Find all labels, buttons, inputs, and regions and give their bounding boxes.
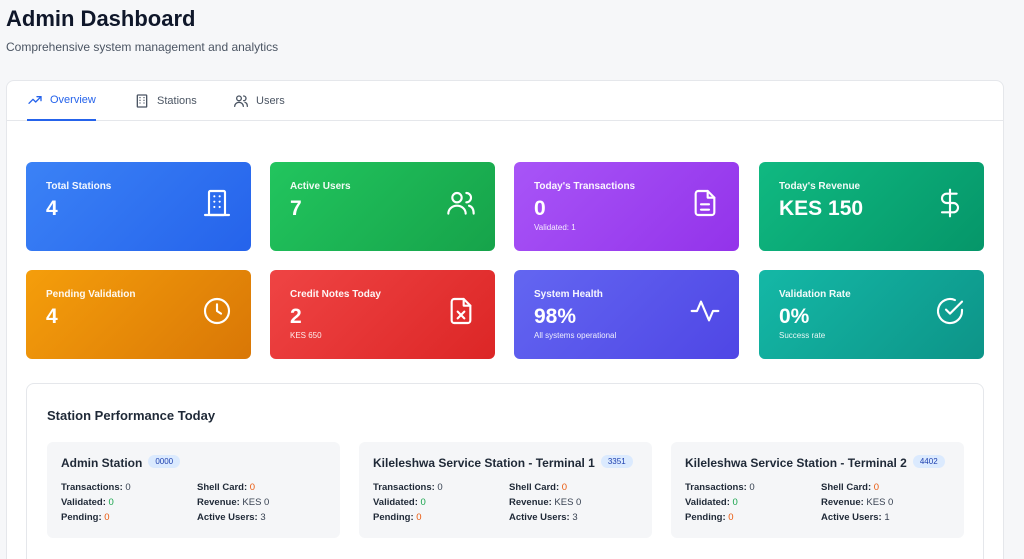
dollar-icon	[940, 188, 959, 218]
stat-validated: Validated: 0	[61, 497, 114, 508]
stat-sub: All systems operational	[534, 331, 617, 340]
file-x-icon	[450, 297, 472, 325]
tab-stations-label: Stations	[157, 95, 197, 107]
stat-label: Validation Rate	[779, 289, 851, 300]
stat-value: 4	[46, 305, 58, 328]
stat-pending: Pending: 0	[373, 512, 422, 523]
document-icon	[694, 189, 716, 217]
tab-stations[interactable]: Stations	[134, 81, 197, 121]
stat-active-users: Active Users: 3	[509, 512, 578, 523]
station-performance-section: Station Performance Today Admin Station …	[26, 383, 984, 559]
stat-label: Total Stations	[46, 181, 112, 192]
activity-icon	[690, 300, 720, 322]
clock-icon	[203, 297, 231, 325]
stat-value: 0	[534, 197, 546, 220]
stat-value: 0%	[779, 305, 810, 328]
stat-card-pending-validation: Pending Validation 4	[26, 270, 251, 359]
stat-validated: Validated: 0	[685, 497, 738, 508]
stat-value: 7	[290, 197, 302, 220]
station-card[interactable]: Kileleshwa Service Station - Terminal 1 …	[359, 442, 652, 538]
stat-label: Credit Notes Today	[290, 289, 381, 300]
tab-overview[interactable]: Overview	[27, 81, 96, 121]
page-title: Admin Dashboard	[6, 6, 196, 31]
stat-sub: Validated: 1	[534, 223, 576, 232]
stat-transactions: Transactions: 0	[373, 482, 443, 493]
stat-revenue: Revenue: KES 0	[821, 497, 894, 508]
stat-transactions: Transactions: 0	[685, 482, 755, 493]
admin-dashboard-page: Admin Dashboard Comprehensive system man…	[0, 0, 1024, 559]
stat-revenue: Revenue: KES 0	[197, 497, 270, 508]
page-subtitle: Comprehensive system management and anal…	[6, 40, 279, 54]
trending-up-icon	[28, 96, 42, 104]
stat-sub: KES 650	[290, 331, 322, 340]
stat-card-active-users: Active Users 7	[270, 162, 495, 251]
stat-shell-card: Shell Card: 0	[197, 482, 256, 493]
stat-card-validation-rate: Validation Rate 0% Success rate	[759, 270, 984, 359]
check-circle-icon	[937, 297, 964, 325]
station-name: Kileleshwa Service Station - Terminal 2	[685, 456, 907, 470]
station-code-badge: 3351	[600, 455, 633, 468]
stat-active-users: Active Users: 1	[821, 512, 890, 523]
stat-value: 98%	[534, 305, 577, 328]
station-card[interactable]: Kileleshwa Service Station - Terminal 2 …	[671, 442, 964, 538]
stat-label: Active Users	[290, 181, 351, 192]
stat-revenue: Revenue: KES 0	[509, 497, 582, 508]
stat-label: System Health	[534, 289, 603, 300]
stat-label: Today's Revenue	[779, 181, 861, 192]
stat-shell-card: Shell Card: 0	[821, 482, 880, 493]
station-name: Admin Station	[61, 456, 143, 470]
building-icon	[203, 189, 231, 217]
tab-overview-label: Overview	[50, 94, 96, 106]
station-name: Kileleshwa Service Station - Terminal 1	[373, 456, 595, 470]
stat-card-system-health: System Health 98% All systems operationa…	[514, 270, 739, 359]
tab-bar: Overview Stations Users	[7, 81, 1003, 121]
users-icon	[447, 191, 475, 215]
station-code-badge: 0000	[148, 455, 181, 468]
stat-value: 2	[290, 305, 302, 328]
stat-sub: Success rate	[779, 331, 826, 340]
stat-validated: Validated: 0	[373, 497, 426, 508]
stat-shell-card: Shell Card: 0	[509, 482, 568, 493]
stat-card-todays-transactions: Today's Transactions 0 Validated: 1	[514, 162, 739, 251]
stat-card-credit-notes: Credit Notes Today 2 KES 650	[270, 270, 495, 359]
stat-label: Pending Validation	[46, 289, 136, 300]
stat-pending: Pending: 0	[61, 512, 110, 523]
stat-value: 4	[46, 197, 58, 220]
section-title: Station Performance Today	[47, 408, 216, 423]
building-icon	[136, 94, 148, 108]
users-icon	[234, 95, 248, 107]
station-code-badge: 4402	[912, 455, 945, 468]
stat-active-users: Active Users: 3	[197, 512, 266, 523]
stat-card-total-stations: Total Stations 4	[26, 162, 251, 251]
stat-pending: Pending: 0	[685, 512, 734, 523]
stat-card-todays-revenue: Today's Revenue KES 150	[759, 162, 984, 251]
tab-users-label: Users	[256, 95, 285, 107]
station-card[interactable]: Admin Station 0000 Transactions: 0 Valid…	[47, 442, 340, 538]
tab-users[interactable]: Users	[233, 81, 285, 121]
stat-transactions: Transactions: 0	[61, 482, 131, 493]
stat-label: Today's Transactions	[534, 181, 636, 192]
stat-value: KES 150	[779, 197, 864, 220]
